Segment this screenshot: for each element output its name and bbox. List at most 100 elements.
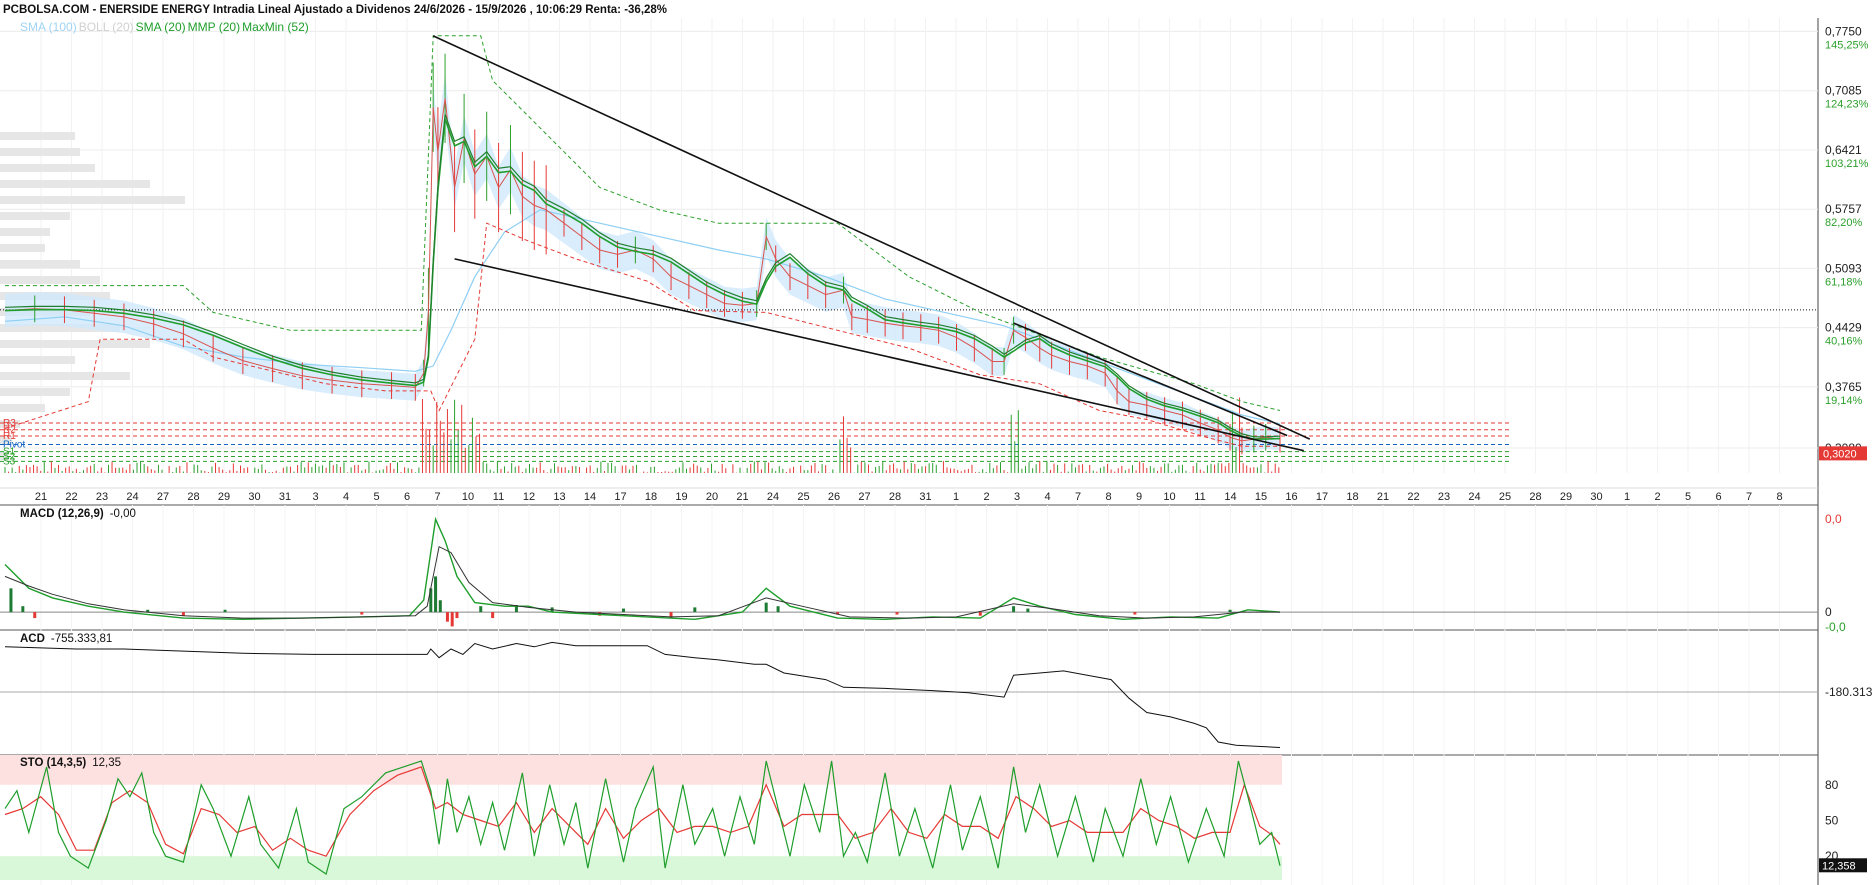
acd-tick-label: -180.313: [1825, 685, 1872, 699]
macd-histogram-bar: [450, 612, 454, 627]
x-tick-label: 4: [1044, 491, 1050, 503]
x-tick-label: 14: [1224, 491, 1236, 503]
volume-profile-bar: [0, 340, 150, 348]
volume-profile-bar: [0, 356, 75, 364]
x-tick-label: 28: [1529, 491, 1541, 503]
x-tick-label: 24: [1468, 491, 1480, 503]
x-tick-label: 12: [523, 491, 535, 503]
x-tick-label: 25: [797, 491, 809, 503]
sto-oversold-zone: [0, 856, 1282, 880]
macd-histogram-bar: [21, 606, 25, 613]
x-tick-label: 31: [919, 491, 931, 503]
volume-profile-bar: [0, 276, 100, 284]
macd-histogram-bar: [978, 612, 982, 616]
x-tick-label: 21: [35, 491, 47, 503]
macd-line: [4, 516, 1281, 621]
macd-histogram-bar: [1133, 612, 1137, 615]
legend-sma20[interactable]: SMA (20): [136, 20, 186, 34]
price-pct-label: 124,23%: [1825, 99, 1869, 111]
x-tick-label: 26: [828, 491, 840, 503]
x-tick-label: 24: [767, 491, 779, 503]
price-pct-label: 145,25%: [1825, 39, 1869, 51]
x-tick-label: 11: [1194, 491, 1205, 503]
macd-tick-label: -0,0: [1825, 620, 1846, 634]
x-tick-label: 29: [218, 491, 230, 503]
x-tick-label: 6: [1715, 491, 1721, 503]
x-tick-label: 23: [1438, 491, 1450, 503]
x-tick-label: 28: [187, 491, 199, 503]
price-tick-label: 0,5757: [1825, 202, 1862, 216]
x-tick-label: 17: [1316, 491, 1328, 503]
x-tick-label: 29: [1560, 491, 1572, 503]
x-tick-label: 21: [736, 491, 748, 503]
x-tick-label: 7: [434, 491, 440, 503]
volume-profile-bar: [0, 372, 130, 380]
legend-maxmin[interactable]: MaxMin (52): [242, 20, 309, 34]
macd-histogram-bar: [360, 612, 364, 615]
legend-boll[interactable]: BOLL (20): [79, 20, 134, 34]
x-tick-label: 31: [279, 491, 291, 503]
x-tick-label: 1: [1624, 491, 1630, 503]
macd-histogram-bar: [491, 612, 495, 619]
macd-histogram-bar: [693, 607, 697, 613]
volume-profile-bar: [0, 212, 70, 220]
macd-histogram-bar: [434, 576, 438, 613]
x-tick-label: 27: [157, 491, 169, 503]
bollinger-band: [5, 73, 1280, 453]
legend-mmp[interactable]: MMP (20): [188, 20, 240, 34]
acd-line: [4, 641, 1281, 748]
x-tick-label: 23: [96, 491, 108, 503]
x-tick-label: 2: [1654, 491, 1660, 503]
indicator-legend: SMA (100) BOLL (20) SMA (20) MMP (20) MaxMin…: [20, 20, 311, 34]
macd-histogram-bar: [445, 612, 449, 622]
x-tick-label: 13: [553, 491, 565, 503]
sto-panel-label: STO (14,3,5) 12,35: [20, 757, 122, 769]
price-pct-label: 40,16%: [1825, 336, 1863, 348]
x-tick-label: 2: [983, 491, 989, 503]
chart-title: PCBOLSA.COM - ENERSIDE ENERGY Intradia L…: [3, 4, 668, 16]
macd-histogram-bar: [479, 606, 483, 613]
volume-profile-bar: [0, 180, 150, 188]
macd-histogram-bar: [621, 608, 625, 613]
x-tick-label: 28: [889, 491, 901, 503]
price-pct-label: 82,20%: [1825, 217, 1863, 229]
price-pct-label: 103,21%: [1825, 158, 1869, 170]
x-tick-label: 8: [1776, 491, 1782, 503]
volume-profile-bar: [0, 388, 70, 396]
macd-histogram-bar: [33, 612, 37, 619]
macd-histogram-bar: [1012, 606, 1016, 613]
acd-panel-label: ACD -755.333,81: [20, 633, 113, 645]
x-tick-label: 21: [1377, 491, 1389, 503]
volume-profile-bar: [0, 260, 80, 268]
last-price-label: 0,3020: [1823, 448, 1857, 460]
x-tick-label: 18: [645, 491, 657, 503]
price-tick-label: 0,5093: [1825, 261, 1862, 275]
x-tick-label: 11: [493, 491, 504, 503]
x-tick-label: 5: [1685, 491, 1691, 503]
mmp20-line: [4, 114, 1281, 438]
volume-profile-bar: [0, 228, 50, 236]
x-tick-label: 14: [584, 491, 596, 503]
macd-tick-label: 0,0: [1825, 512, 1842, 526]
macd-histogram-bar: [776, 606, 780, 613]
x-tick-label: 17: [614, 491, 626, 503]
x-tick-label: 10: [1163, 491, 1175, 503]
x-tick-label: 1: [953, 491, 959, 503]
price-pct-label: 19,14%: [1825, 395, 1863, 407]
x-tick-label: 30: [248, 491, 260, 503]
price-tick-label: 0,7750: [1825, 24, 1862, 38]
macd-histogram-bar: [438, 600, 442, 613]
x-tick-label: 3: [312, 491, 318, 503]
macd-tick-label: 0: [1825, 605, 1832, 619]
volume-profile-bar: [0, 164, 95, 172]
x-tick-label: 22: [1407, 491, 1419, 503]
sto-tick-label: 50: [1825, 813, 1839, 827]
x-tick-label: 25: [1499, 491, 1511, 503]
volume-profile-bar: [0, 244, 45, 252]
x-tick-label: 18: [1346, 491, 1358, 503]
x-tick-label: 24: [126, 491, 138, 503]
x-tick-label: 5: [373, 491, 379, 503]
legend-sma100[interactable]: SMA (100): [20, 20, 77, 34]
x-tick-label: 9: [1136, 491, 1142, 503]
price-tick-label: 0,6421: [1825, 143, 1862, 157]
